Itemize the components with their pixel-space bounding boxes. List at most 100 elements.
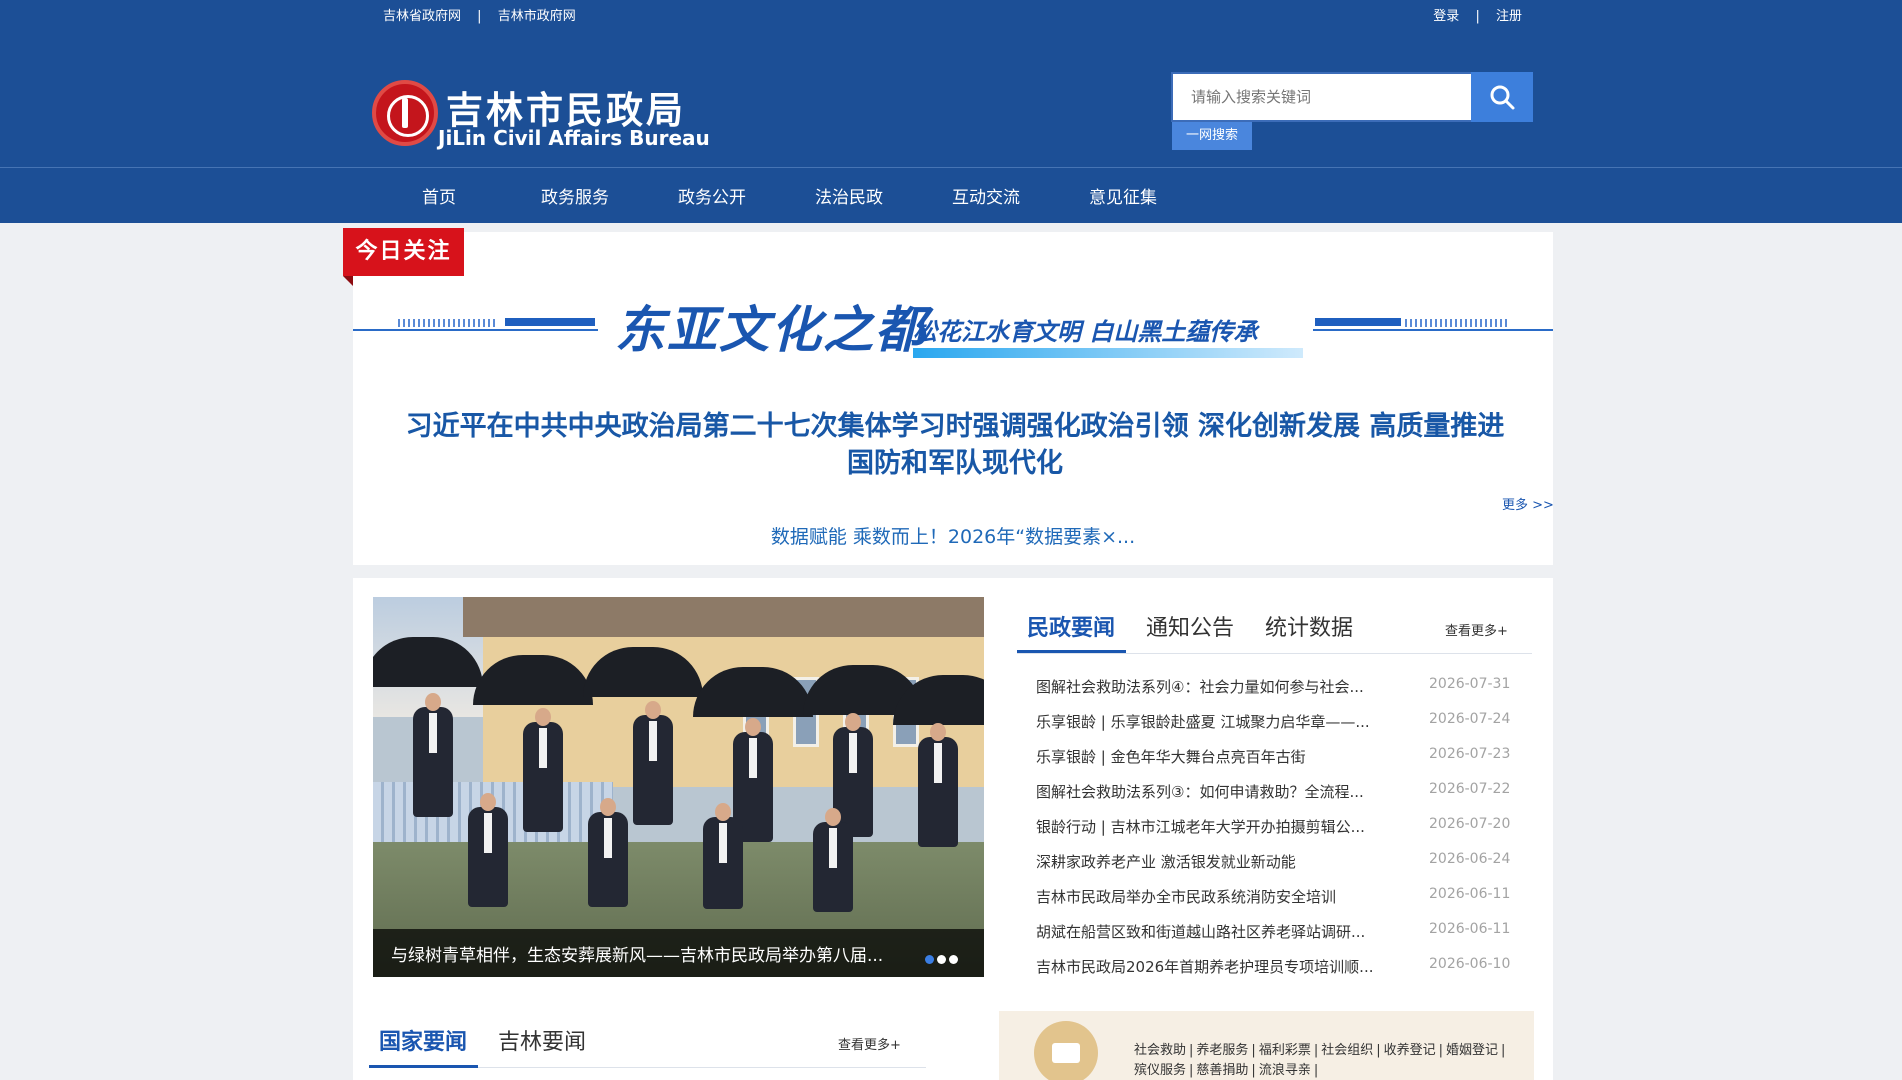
service-link[interactable]: 社会救助 bbox=[1134, 1043, 1186, 1058]
news-title[interactable]: 图解社会救助法系列③：如何申请救助？全流程... bbox=[1036, 781, 1396, 802]
main-nav: 首页 政务服务 政务公开 法治民政 互动交流 意见征集 bbox=[0, 167, 1902, 223]
news-item[interactable]: 深耕家政养老产业 激活银发就业新动能 2026-06-24 bbox=[1036, 847, 1516, 882]
banner-sub-underline bbox=[913, 348, 1303, 358]
person bbox=[413, 693, 453, 817]
focus-subnews[interactable]: 数据赋能 乘数而上！2026年“数据要素×... bbox=[353, 522, 1553, 549]
news-date: 2026-06-10 bbox=[1429, 956, 1511, 972]
service-link[interactable]: 流浪寻亲 bbox=[1259, 1063, 1311, 1078]
banner-bar-right bbox=[1315, 318, 1401, 326]
service-separator: | bbox=[1313, 1043, 1319, 1058]
person bbox=[703, 803, 743, 909]
topbar-separator: | bbox=[477, 9, 482, 24]
tab-jilin-news[interactable]: 吉林要闻 bbox=[498, 1024, 586, 1056]
news-date: 2026-07-20 bbox=[1429, 816, 1511, 832]
banner-bar-left bbox=[505, 318, 595, 326]
news-date: 2026-06-24 bbox=[1429, 851, 1511, 867]
service-separator: | bbox=[1189, 1043, 1194, 1058]
link-jilin-city-gov[interactable]: 吉林市政府网 bbox=[498, 9, 576, 24]
service-link[interactable]: 养老服务 bbox=[1196, 1043, 1248, 1058]
unified-search-tag[interactable]: 一网搜索 bbox=[1172, 122, 1252, 150]
culture-banner: 东亚文化之都 松花江水育文明 白山黑土蕴传承 bbox=[353, 290, 1553, 360]
nav-government-services[interactable]: 政务服务 bbox=[541, 183, 609, 208]
tab-civil-affairs-news[interactable]: 民政要闻 bbox=[1027, 610, 1115, 642]
news-item[interactable]: 乐享银龄 | 乐享银龄赴盛夏 江城聚力启华章——... 2026-07-24 bbox=[1036, 707, 1516, 742]
service-link[interactable]: 福利彩票 bbox=[1259, 1043, 1311, 1058]
news-item[interactable]: 图解社会救助法系列③：如何申请救助？全流程... 2026-07-22 bbox=[1036, 777, 1516, 812]
service-link[interactable]: 收养登记 bbox=[1384, 1043, 1436, 1058]
site-header: 吉林省政府网 | 吉林市政府网 登录 | 注册 吉林市民政局 JiLin Civ… bbox=[0, 0, 1902, 223]
service-separator: | bbox=[1251, 1063, 1256, 1078]
service-separator: | bbox=[1251, 1043, 1256, 1058]
news-more-link[interactable]: 查看更多+ bbox=[1445, 620, 1508, 639]
news-item[interactable]: 银龄行动 | 吉林市江城老年大学开办拍摄剪辑公... 2026-07-20 bbox=[1036, 812, 1516, 847]
news-item[interactable]: 乐享银龄 | 金色年华大舞台点亮百年古街 2026-07-23 bbox=[1036, 742, 1516, 777]
service-separator: | bbox=[1501, 1043, 1506, 1058]
carousel-dot[interactable] bbox=[937, 955, 946, 964]
service-link[interactable]: 社会组织 bbox=[1321, 1043, 1373, 1058]
active-tab-underline bbox=[1017, 650, 1126, 653]
news-date: 2026-06-11 bbox=[1429, 886, 1511, 902]
news-title[interactable]: 乐享银龄 | 乐享银龄赴盛夏 江城聚力启华章——... bbox=[1036, 711, 1396, 732]
search-button[interactable] bbox=[1471, 72, 1533, 122]
news-title[interactable]: 乐享银龄 | 金色年华大舞台点亮百年古街 bbox=[1036, 746, 1396, 767]
tab-notices[interactable]: 通知公告 bbox=[1146, 610, 1234, 642]
nav-rule-of-law[interactable]: 法治民政 bbox=[815, 183, 883, 208]
news-title[interactable]: 图解社会救助法系列④：社会力量如何参与社会... bbox=[1036, 676, 1396, 697]
person bbox=[633, 701, 673, 825]
person bbox=[588, 798, 628, 907]
banner-line-left bbox=[353, 329, 598, 331]
service-separator: | bbox=[1376, 1043, 1381, 1058]
news-date: 2026-07-24 bbox=[1429, 711, 1511, 727]
photo-carousel[interactable]: 与绿树青草相伴，生态安葬展新风——吉林市民政局举办第八届... bbox=[373, 597, 984, 977]
news-title[interactable]: 吉林市民政局2026年首期养老护理员专项培训顺... bbox=[1036, 956, 1396, 977]
topbar-separator: | bbox=[1475, 9, 1480, 24]
topbar-right: 登录 | 注册 bbox=[1421, 5, 1522, 24]
register-link[interactable]: 注册 bbox=[1496, 9, 1522, 24]
news-title[interactable]: 胡斌在船营区致和街道越山路社区养老驿站调研... bbox=[1036, 921, 1396, 942]
nav-home[interactable]: 首页 bbox=[422, 183, 456, 208]
news-item[interactable]: 吉林市民政局举办全市民政系统消防安全培训 2026-06-11 bbox=[1036, 882, 1516, 917]
search-icon bbox=[1490, 85, 1515, 110]
news-title[interactable]: 吉林市民政局举办全市民政系统消防安全培训 bbox=[1036, 886, 1396, 907]
person bbox=[468, 793, 508, 907]
tab-national-news[interactable]: 国家要闻 bbox=[379, 1024, 467, 1056]
carousel-caption-text[interactable]: 与绿树青草相伴，生态安葬展新风——吉林市民政局举办第八届... bbox=[391, 941, 911, 966]
service-separator: | bbox=[1189, 1063, 1194, 1078]
login-link[interactable]: 登录 bbox=[1433, 9, 1459, 24]
bottom-more-link[interactable]: 查看更多+ bbox=[838, 1034, 901, 1053]
focus-more-link[interactable]: 更多 >> bbox=[1502, 494, 1554, 513]
news-item[interactable]: 胡斌在船营区致和街道越山路社区养老驿站调研... 2026-06-11 bbox=[1036, 917, 1516, 952]
nav-government-affairs-public[interactable]: 政务公开 bbox=[678, 183, 746, 208]
news-date: 2026-07-31 bbox=[1429, 676, 1511, 692]
carousel-caption: 与绿树青草相伴，生态安葬展新风——吉林市民政局举办第八届... bbox=[373, 929, 984, 977]
photo-roof bbox=[463, 597, 984, 637]
bottom-active-tab-underline bbox=[369, 1065, 478, 1068]
banner-hatch-right bbox=[1405, 319, 1509, 327]
nav-opinion-collection[interactable]: 意见征集 bbox=[1089, 183, 1157, 208]
service-link[interactable]: 慈善捐助 bbox=[1196, 1063, 1248, 1078]
site-logo[interactable]: 吉林市民政局 JiLin Civil Affairs Bureau bbox=[372, 78, 710, 150]
news-list: 图解社会救助法系列④：社会力量如何参与社会... 2026-07-31 乐享银龄 … bbox=[1036, 672, 1516, 987]
carousel-dot[interactable] bbox=[925, 955, 934, 964]
banner-hatch-left bbox=[398, 319, 498, 327]
tab-statistics[interactable]: 统计数据 bbox=[1265, 610, 1353, 642]
service-link[interactable]: 婚姻登记 bbox=[1446, 1043, 1498, 1058]
search-input[interactable] bbox=[1173, 74, 1473, 120]
news-item[interactable]: 吉林市民政局2026年首期养老护理员专项培训顺... 2026-06-10 bbox=[1036, 952, 1516, 987]
news-item[interactable]: 图解社会救助法系列④：社会力量如何参与社会... 2026-07-31 bbox=[1036, 672, 1516, 707]
tag-fold bbox=[343, 276, 353, 286]
topbar-left: 吉林省政府网 | 吉林市政府网 bbox=[383, 5, 588, 24]
link-jilin-province-gov[interactable]: 吉林省政府网 bbox=[383, 9, 461, 24]
banner-sub-text: 松花江水育文明 白山黑土蕴传承 bbox=[913, 318, 1258, 346]
news-title[interactable]: 深耕家政养老产业 激活银发就业新动能 bbox=[1036, 851, 1396, 872]
today-focus-tag: 今日关注 bbox=[343, 228, 464, 276]
today-focus-panel bbox=[353, 232, 1553, 565]
news-date: 2026-06-11 bbox=[1429, 921, 1511, 937]
nav-interaction[interactable]: 互动交流 bbox=[952, 183, 1020, 208]
carousel-dot[interactable] bbox=[949, 955, 958, 964]
service-panel: 社会救助 | 养老服务 | 福利彩票 | 社会组织 | 收养登记 | 婚姻登记 | 殡仪服务 | 慈善捐助… bbox=[999, 1011, 1534, 1080]
news-title[interactable]: 银龄行动 | 吉林市江城老年大学开办拍摄剪辑公... bbox=[1036, 816, 1396, 837]
focus-headline[interactable]: 习近平在中共中央政治局第二十七次集体学习时强调强化政治引领 深化创新发展 高质量… bbox=[400, 408, 1510, 482]
service-separator: | bbox=[1438, 1043, 1444, 1058]
service-link[interactable]: 殡仪服务 bbox=[1134, 1063, 1186, 1078]
